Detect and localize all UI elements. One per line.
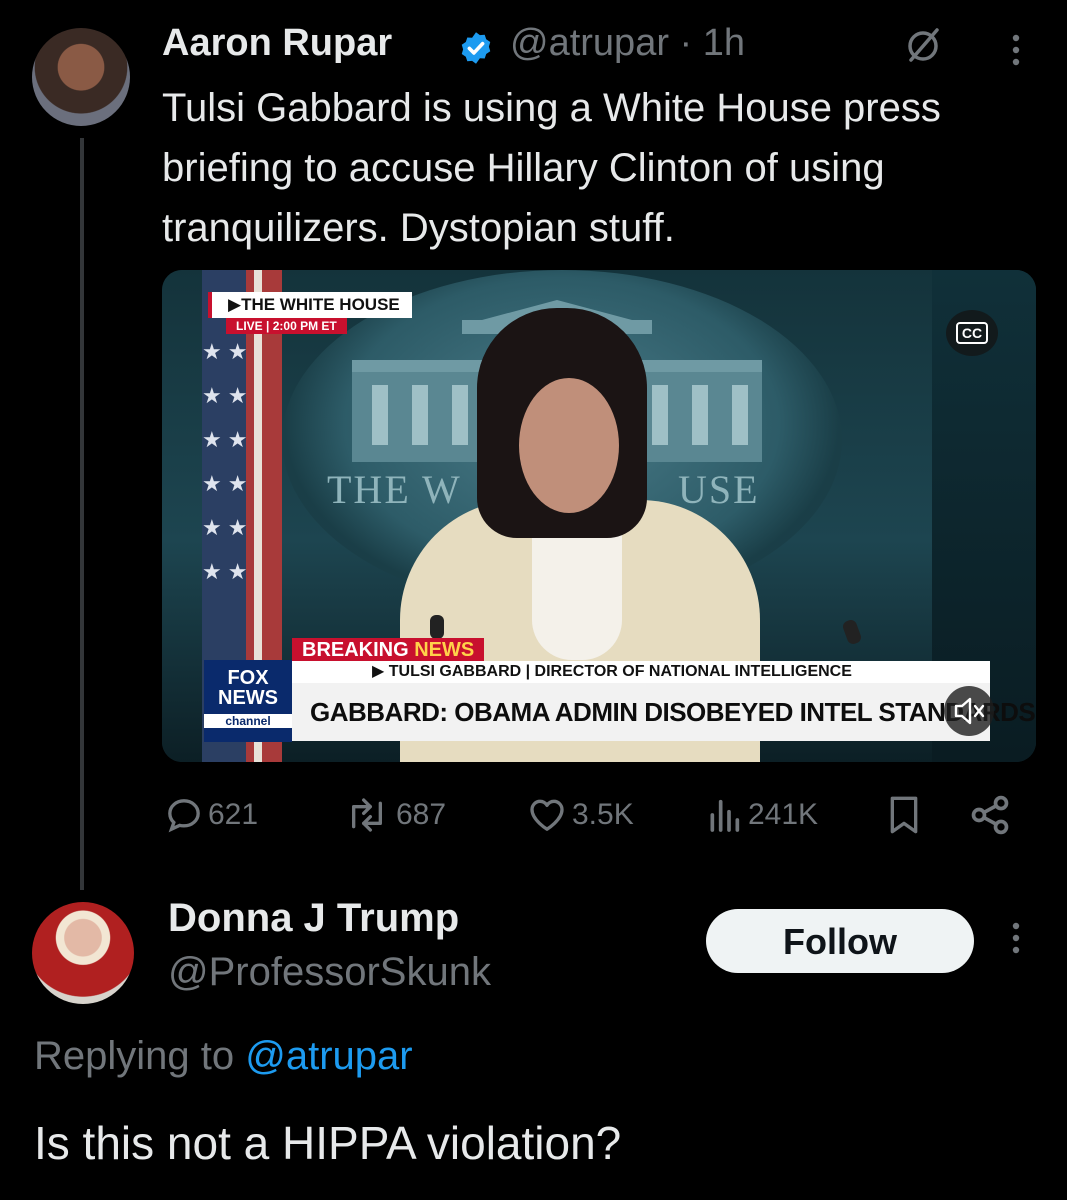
reply-text: Is this not a HIPPA violation?	[34, 1117, 622, 1169]
share-icon	[971, 795, 1009, 835]
live-time: 2:00 PM ET	[272, 319, 337, 333]
repost-action[interactable]: 687	[342, 790, 446, 840]
speaker-muted-icon	[954, 697, 985, 725]
lower-third-headline: GABBARD: OBAMA ADMIN DISOBEYED INTEL STA…	[292, 683, 1036, 741]
breaking-word: BREAKING	[302, 639, 409, 661]
network-line-3: channel	[204, 714, 292, 728]
share-action[interactable]	[968, 790, 1016, 840]
tweet-text: Tulsi Gabbard is using a White House pre…	[162, 86, 941, 250]
reply-author-name[interactable]: Donna J Trump	[168, 896, 459, 941]
microphone-left	[430, 615, 444, 639]
network-line-1: FOX	[227, 667, 269, 689]
time-separator: ·	[679, 22, 693, 64]
breaking-news-banner: BREAKING NEWS	[292, 638, 485, 662]
fox-news-logo: FOX NEWS channel	[204, 660, 292, 742]
bookmark-icon	[890, 796, 918, 834]
speaker-shirt	[532, 520, 622, 660]
reply-author-handle[interactable]: @ProfessorSkunk	[168, 950, 491, 995]
mute-button[interactable]	[944, 686, 994, 736]
author-handle-time: @atrupar · 1h	[510, 22, 745, 65]
video-player[interactable]: THE W USE ★★ ★★ ★★ ★★ ★★ ★★ ▶THE WHITE HOUSE …	[162, 270, 1036, 762]
replying-mention-link[interactable]: @atrupar	[245, 1034, 412, 1078]
verified-badge-icon	[461, 32, 491, 64]
network-line-2: NEWS	[218, 687, 278, 709]
grok-icon[interactable]	[903, 26, 943, 66]
post-time[interactable]: 1h	[703, 22, 745, 64]
replying-to-line: Replying to @atrupar	[34, 1034, 413, 1079]
cc-icon: CC	[955, 322, 989, 344]
thread-connector-line	[80, 138, 84, 890]
view-count: 241K	[748, 798, 819, 831]
author-name[interactable]: Aaron Rupar	[162, 22, 392, 65]
source-label: ▶THE WHITE HOUSE	[208, 292, 412, 318]
backdrop-text-right: USE	[678, 467, 760, 512]
reply-action[interactable]: 621	[164, 790, 258, 840]
author-avatar[interactable]	[32, 28, 130, 126]
like-action[interactable]: 3.5K	[526, 790, 634, 840]
views-icon	[710, 799, 740, 832]
repost-icon	[352, 798, 382, 832]
reply-more-options-icon[interactable]	[998, 918, 1034, 958]
bookmark-action[interactable]	[884, 790, 928, 840]
backdrop-text-left: THE W	[327, 467, 462, 512]
reply-author-avatar[interactable]	[32, 902, 134, 1004]
news-word: NEWS	[414, 639, 475, 661]
reply-count: 621	[208, 798, 259, 831]
views-action[interactable]: 241K	[704, 790, 818, 840]
replying-prefix: Replying to	[34, 1034, 235, 1078]
lower-third-subtitle: ▶ TULSI GABBARD | DIRECTOR OF NATIONAL I…	[292, 661, 990, 683]
captions-button[interactable]: CC	[946, 310, 998, 356]
speaker-face	[519, 378, 619, 513]
flag-stars: ★★ ★★ ★★ ★★ ★★ ★★	[202, 339, 254, 584]
repost-count: 687	[396, 798, 447, 831]
live-label: LIVE | 2:00 PM ET	[226, 318, 347, 334]
author-handle[interactable]: @atrupar	[510, 22, 669, 64]
live-word: LIVE	[236, 319, 263, 333]
heart-icon	[530, 799, 564, 831]
live-divider: |	[266, 319, 270, 333]
more-options-icon[interactable]	[998, 30, 1034, 70]
follow-button[interactable]: Follow	[706, 909, 974, 973]
like-count: 3.5K	[572, 798, 634, 831]
reply-icon	[168, 799, 200, 833]
